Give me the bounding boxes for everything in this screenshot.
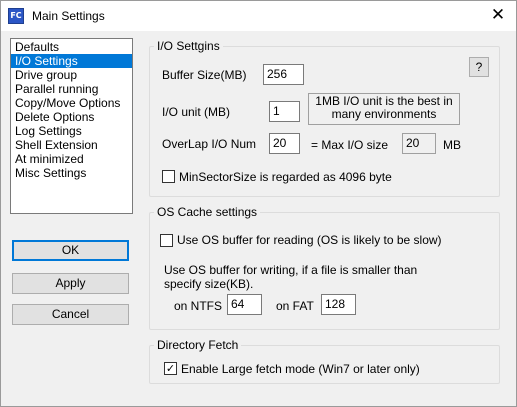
- directory-fetch-legend: Directory Fetch: [157, 338, 239, 352]
- nav-item[interactable]: Copy/Move Options: [11, 96, 132, 110]
- fat-label: on FAT: [276, 299, 314, 313]
- nav-item[interactable]: Parallel running: [11, 82, 132, 96]
- settings-category-list[interactable]: Defaults I/O Settings Drive group Parallel …: [10, 38, 133, 214]
- os-cache-legend: OS Cache settings: [157, 205, 258, 219]
- nav-item[interactable]: Log Settings: [11, 124, 132, 138]
- app-icon: FC: [8, 8, 24, 24]
- overlap-input[interactable]: 20: [269, 133, 300, 154]
- io-unit-note-line2: many environments: [331, 107, 437, 121]
- max-io-label: = Max I/O size: [311, 138, 389, 152]
- os-write-line2: specify size(KB).: [164, 277, 254, 291]
- os-write-line1: Use OS buffer for writing, if a file is …: [164, 263, 418, 277]
- cancel-button[interactable]: Cancel: [12, 304, 129, 325]
- os-read-checkbox[interactable]: [160, 234, 173, 247]
- apply-button[interactable]: Apply: [12, 273, 129, 294]
- window-title: Main Settings: [32, 9, 105, 23]
- io-settings-legend: I/O Settgins: [157, 39, 220, 53]
- title-bar: FC Main Settings ✕: [1, 1, 516, 31]
- nav-item[interactable]: Drive group: [11, 68, 132, 82]
- max-io-value: 20: [402, 133, 436, 154]
- os-read-label: Use OS buffer for reading (OS is likely …: [177, 233, 442, 247]
- close-button[interactable]: ✕: [488, 5, 508, 25]
- main-settings-window: FC Main Settings ✕ Defaults I/O Settings D…: [0, 0, 517, 407]
- max-io-unit: MB: [443, 138, 461, 152]
- help-button[interactable]: ?: [469, 57, 489, 77]
- nav-item[interactable]: I/O Settings: [11, 54, 132, 68]
- buffer-size-label: Buffer Size(MB): [162, 68, 247, 82]
- io-unit-input[interactable]: 1: [269, 101, 300, 122]
- nav-item[interactable]: Shell Extension: [11, 138, 132, 152]
- nav-item[interactable]: At minimized: [11, 152, 132, 166]
- ok-button[interactable]: OK: [12, 240, 129, 261]
- minsector-label: MinSectorSize is regarded as 4096 byte: [179, 170, 392, 184]
- directory-fetch-group: Directory Fetch: [149, 338, 500, 384]
- buffer-size-input[interactable]: 256: [263, 64, 304, 85]
- overlap-label: OverLap I/O Num: [162, 137, 257, 151]
- ntfs-label: on NTFS: [174, 299, 223, 313]
- nav-item[interactable]: Misc Settings: [11, 166, 132, 180]
- minsector-checkbox[interactable]: [162, 170, 175, 183]
- large-fetch-checkbox[interactable]: ✓: [164, 362, 177, 375]
- ntfs-input[interactable]: 64: [227, 294, 262, 315]
- nav-item[interactable]: Delete Options: [11, 110, 132, 124]
- nav-item[interactable]: Defaults: [11, 40, 132, 54]
- large-fetch-label: Enable Large fetch mode (Win7 or later o…: [181, 362, 420, 376]
- fat-input[interactable]: 128: [321, 294, 356, 315]
- io-unit-label: I/O unit (MB): [162, 105, 231, 119]
- io-unit-note: 1MB I/O unit is the best in many environ…: [308, 93, 460, 125]
